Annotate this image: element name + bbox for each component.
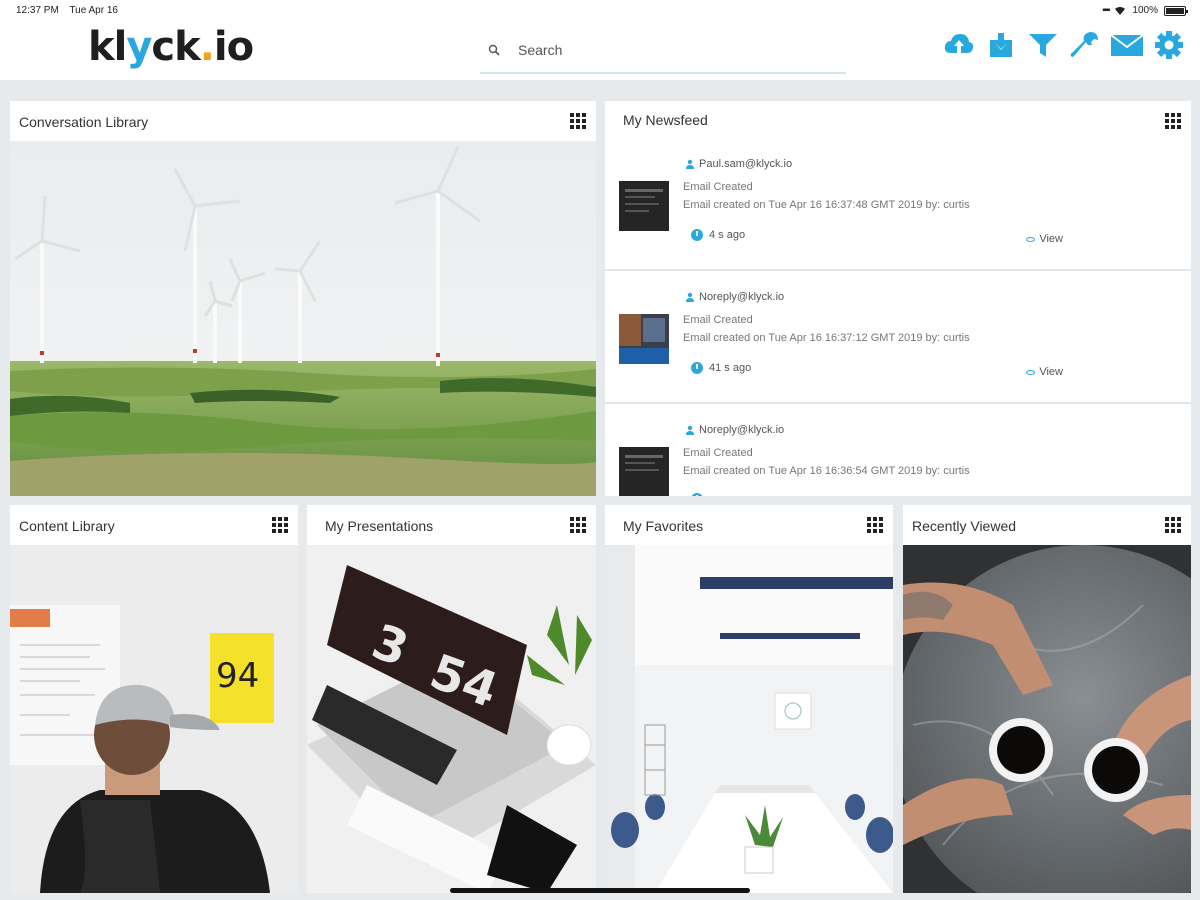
my-presentations-panel[interactable]: My Presentations 3 54 — [307, 505, 596, 893]
view-link[interactable]: View — [1026, 233, 1063, 245]
feed-user: Paul.sam@klyck.io — [685, 158, 792, 170]
man-at-whiteboard-image: 94 — [10, 545, 298, 893]
panel-header: Conversation Library — [10, 101, 596, 141]
grid-menu-icon[interactable] — [1165, 517, 1181, 533]
panel-title: My Newsfeed — [623, 112, 708, 128]
panel-header: Content Library — [10, 505, 298, 545]
gear-icon — [1155, 31, 1183, 59]
coffee-cups-image — [903, 545, 1191, 893]
wifi-icon — [1115, 6, 1126, 15]
feed-detail: Email created on Tue Apr 16 16:37:48 GMT… — [683, 199, 970, 211]
my-favorites-panel[interactable]: My Favorites — [605, 505, 893, 893]
eye-icon — [1026, 236, 1036, 242]
upload-button[interactable] — [942, 28, 976, 62]
view-link[interactable]: View — [1026, 366, 1063, 378]
filter-button[interactable] — [1026, 28, 1060, 62]
email-thumbnail — [619, 447, 669, 496]
download-icon — [990, 33, 1012, 57]
user-icon — [686, 159, 694, 169]
newsfeed-list: Paul.sam@klyck.io Email Created Email cr… — [605, 139, 1191, 496]
search-icon — [488, 44, 500, 56]
feed-time: 4 s ago — [691, 229, 745, 241]
grid-menu-icon[interactable] — [570, 113, 586, 129]
status-time: 12:37 PM — [16, 5, 59, 16]
grid-menu-icon[interactable] — [867, 517, 883, 533]
grid-menu-icon[interactable] — [570, 517, 586, 533]
email-thumbnail — [619, 181, 669, 231]
feed-user: Noreply@klyck.io — [685, 424, 784, 436]
mail-icon — [1110, 34, 1144, 56]
feed-user: Noreply@klyck.io — [685, 291, 784, 303]
svg-text:94: 94 — [216, 656, 259, 696]
conversation-library-panel[interactable]: Conversation Library — [10, 101, 596, 496]
status-bar: 12:37 PM Tue Apr 16 ▪▪▪▪ 100% — [0, 0, 1200, 22]
panel-title: Conversation Library — [19, 114, 149, 130]
grid-menu-icon[interactable] — [1165, 113, 1181, 129]
toolbar — [942, 28, 1186, 62]
battery-icon — [1164, 5, 1188, 16]
search-input[interactable] — [518, 42, 818, 58]
user-icon — [686, 425, 694, 435]
newsfeed-panel: My Newsfeed Paul.sam@klyck.io Email Crea… — [605, 101, 1191, 496]
panel-header: My Favorites — [605, 505, 893, 545]
feed-detail: Email created on Tue Apr 16 16:37:12 GMT… — [683, 332, 970, 344]
settings-button[interactable] — [1152, 28, 1186, 62]
wrench-icon — [1070, 32, 1098, 57]
wind-turbines-image — [10, 141, 596, 496]
feed-item[interactable]: Paul.sam@klyck.io Email Created Email cr… — [605, 139, 1191, 271]
feed-item[interactable]: Noreply@klyck.io Email Created Email cre… — [605, 405, 1191, 496]
panel-header: My Newsfeed — [605, 101, 1191, 141]
user-icon — [686, 292, 694, 302]
mail-button[interactable] — [1110, 28, 1144, 62]
search-bar — [480, 34, 846, 74]
eye-icon — [1026, 369, 1036, 375]
panel-title: Recently Viewed — [912, 518, 1017, 534]
battery-percent: 100% — [1132, 5, 1158, 16]
email-thumbnail — [619, 314, 669, 364]
signal-icon: ▪▪▪▪ — [1102, 5, 1110, 16]
panel-title: Content Library — [19, 518, 115, 534]
clock-icon — [691, 229, 703, 241]
recently-viewed-panel[interactable]: Recently Viewed — [903, 505, 1191, 893]
download-button[interactable] — [984, 28, 1018, 62]
panel-header: Recently Viewed — [903, 505, 1191, 545]
clock-icon — [691, 362, 703, 374]
tools-button[interactable] — [1068, 28, 1102, 62]
feed-type: Email Created — [683, 314, 753, 326]
meeting-room-image — [605, 545, 893, 893]
feed-type: Email Created — [683, 447, 753, 459]
filter-icon — [1029, 34, 1057, 57]
panel-title: My Favorites — [623, 518, 704, 534]
grid-menu-icon[interactable] — [272, 517, 288, 533]
clock-icon — [691, 493, 703, 496]
app-header: klyck.io — [0, 22, 1200, 80]
feed-time — [691, 493, 703, 496]
panel-header: My Presentations — [307, 505, 596, 545]
feed-time: 41 s ago — [691, 362, 751, 374]
status-date: Tue Apr 16 — [69, 5, 118, 16]
feed-item[interactable]: Noreply@klyck.io Email Created Email cre… — [605, 272, 1191, 404]
home-indicator[interactable] — [450, 888, 750, 893]
content-library-panel[interactable]: Content Library 94 — [10, 505, 298, 893]
laptop-image: 3 54 — [307, 545, 596, 893]
panel-title: My Presentations — [325, 518, 434, 534]
feed-type: Email Created — [683, 181, 753, 193]
cloud-upload-icon — [944, 34, 974, 55]
feed-detail: Email created on Tue Apr 16 16:36:54 GMT… — [683, 465, 970, 477]
klyck-logo[interactable]: klyck.io — [88, 24, 254, 70]
